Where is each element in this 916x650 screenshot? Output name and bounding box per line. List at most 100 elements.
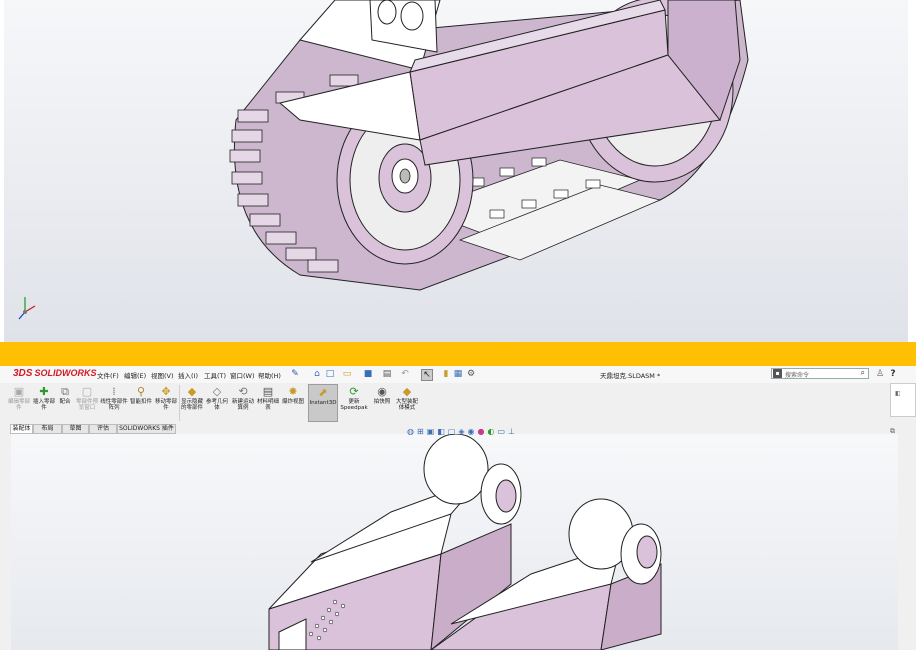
user-icon[interactable]: ♙ <box>875 369 885 379</box>
document-title: 天鼎坦克.SLDASM * <box>600 372 661 380</box>
yellow-divider-band <box>0 342 916 366</box>
exploded-view-button[interactable]: ✸ 爆炸视图 <box>282 384 304 424</box>
menu-tools[interactable]: 工具(T) <box>204 370 226 380</box>
options-icon[interactable]: ⚙ <box>466 369 476 379</box>
view-settings-icon[interactable]: ▭ <box>497 427 505 436</box>
search-placeholder: 搜索命令 <box>785 372 810 379</box>
tab-assembly[interactable]: 装配体 <box>10 424 33 434</box>
menu-help[interactable]: 帮助(H) <box>258 370 281 380</box>
menu-window[interactable]: 窗口(W) <box>230 370 255 380</box>
button-label: 线性零部件阵列 <box>100 399 128 411</box>
menu-bar: 3DS SOLIDWORKS 文件(F) 编辑(E) 视图(V) 插入(I) 工具… <box>0 366 916 384</box>
search-icon[interactable]: ⌕ <box>861 368 865 378</box>
show-hidden-icon: ◆ <box>187 385 197 398</box>
triad-icon <box>18 297 36 320</box>
hide-show-icon[interactable]: ◉ <box>468 427 475 436</box>
home-icon[interactable]: ⌂ <box>312 369 322 379</box>
button-label: 新建运动算例 <box>231 399 254 411</box>
reference-geometry-button[interactable]: ◇ 参考几何体 <box>206 384 228 424</box>
mate-button[interactable]: ⧉ 配合 <box>57 384 73 424</box>
update-speedpak-button[interactable]: ⟳ 更新Speedpak <box>340 384 368 424</box>
exploded-view-icon: ✸ <box>288 385 298 398</box>
move-component-icon: ✥ <box>161 385 171 398</box>
button-label: 零部件预览窗口 <box>76 399 99 411</box>
smart-fasteners-button[interactable]: ⚲ 智能扣件 <box>130 384 152 424</box>
menu-view[interactable]: 视图(V) <box>151 370 174 380</box>
help-button[interactable]: ? <box>888 369 898 379</box>
menu-insert[interactable]: 插入(I) <box>178 370 198 380</box>
scene-icon[interactable]: ◐ <box>488 427 495 436</box>
new-motion-study-button[interactable]: ⟲ 新建运动算例 <box>231 384 255 424</box>
take-snapshot-button[interactable]: ◉ 拍快照 <box>370 384 394 424</box>
insert-component-button[interactable]: ✚ 插入零部件 <box>33 384 55 424</box>
ground-icon[interactable]: ⊥ <box>508 427 515 436</box>
view-orientation-icon[interactable]: ▢ <box>448 427 456 436</box>
select-icon[interactable]: ↖ <box>421 369 433 381</box>
zoom-to-fit-icon[interactable]: ◍ <box>407 427 414 436</box>
component-preview-icon: ▢ <box>81 385 93 398</box>
task-pane-tab[interactable]: ◧ <box>890 383 916 417</box>
bottom-graphics-viewport[interactable] <box>11 434 898 650</box>
tab-evaluate[interactable]: 评估 <box>89 424 117 434</box>
button-label: 爆炸视图 <box>282 399 305 405</box>
insert-component-icon: ✚ <box>39 385 49 398</box>
linear-pattern-icon: ⁞ <box>112 385 116 398</box>
open-icon[interactable]: ▭ <box>342 369 352 379</box>
mate-icon: ⧉ <box>61 385 69 398</box>
button-label: 参考几何体 <box>206 399 229 411</box>
component-preview-button[interactable]: ▢ 零部件预览窗口 <box>76 384 98 424</box>
button-label: Instant3D <box>309 400 337 406</box>
button-label: 显示隐藏的零部件 <box>181 399 204 411</box>
display-style-icon[interactable]: ◈ <box>458 427 464 436</box>
button-label: 拍快照 <box>373 399 391 405</box>
tab-layout[interactable]: 布局 <box>33 424 62 434</box>
zoom-area-icon[interactable]: ⊞ <box>417 427 424 436</box>
show-hidden-components-button[interactable]: ◆ 显示隐藏的零部件 <box>181 384 203 424</box>
edit-component-button[interactable]: ▣ 编辑零部件 <box>8 384 30 424</box>
logo-text: SOLIDWORKS <box>34 368 97 378</box>
search-commands-field[interactable]: ▪ 搜索命令 ⌕ <box>771 368 869 379</box>
tracked-vehicle-model[interactable] <box>0 0 916 342</box>
pin-icon[interactable]: ✎ <box>290 369 300 379</box>
ds-logo-icon: 3DS <box>13 368 33 379</box>
button-label: 材料明细表 <box>257 399 280 411</box>
button-label: 配合 <box>59 399 71 405</box>
menu-edit[interactable]: 编辑(E) <box>124 370 146 380</box>
move-component-button[interactable]: ✥ 移动零部件 <box>155 384 177 424</box>
print-icon[interactable]: ▤ <box>382 369 392 379</box>
top-graphics-viewport[interactable] <box>0 0 916 342</box>
button-label: 移动零部件 <box>155 399 178 411</box>
task-pane-icon: ◧ <box>895 390 901 397</box>
speedpak-icon: ⟳ <box>349 385 359 398</box>
tab-sketch[interactable]: 草图 <box>62 424 89 434</box>
instant3d-button[interactable]: ⬈ Instant3D <box>308 384 338 422</box>
button-label: 大型装配体模式 <box>395 399 418 411</box>
search-scope-icon[interactable]: ▪ <box>773 369 782 378</box>
smart-fasteners-icon: ⚲ <box>136 385 146 398</box>
button-label: 智能扣件 <box>130 399 153 405</box>
undo-icon[interactable]: ↶ <box>400 369 410 379</box>
appearance-icon[interactable]: ● <box>478 427 485 436</box>
file-properties-icon[interactable]: ▦ <box>453 369 463 379</box>
section-view-icon[interactable]: ◧ <box>437 427 445 436</box>
button-label: 插入零部件 <box>33 399 56 411</box>
large-assembly-mode-button[interactable]: ◆ 大型装配体模式 <box>395 384 419 424</box>
new-icon[interactable]: □ <box>325 369 335 379</box>
solidworks-window: 3DS SOLIDWORKS 文件(F) 编辑(E) 视图(V) 插入(I) 工具… <box>0 366 916 650</box>
previous-view-icon[interactable]: ▣ <box>427 427 435 436</box>
separator <box>179 385 180 421</box>
bom-icon: ▤ <box>262 385 274 398</box>
linear-pattern-button[interactable]: ⁞ 线性零部件阵列 <box>100 384 128 424</box>
edit-component-icon: ▣ <box>13 385 25 398</box>
button-label: 更新Speedpak <box>340 399 368 411</box>
reference-geometry-icon: ◇ <box>212 385 222 398</box>
track-link-parts[interactable] <box>11 434 898 650</box>
tab-solidworks-addins[interactable]: SOLIDWORKS 插件 <box>117 424 176 434</box>
viewport-restore-icon[interactable]: ⧉ <box>890 427 895 436</box>
bill-of-materials-button[interactable]: ▤ 材料明细表 <box>257 384 279 424</box>
rebuild-icon[interactable]: ▮ <box>441 369 451 379</box>
large-assembly-icon: ◆ <box>402 385 412 398</box>
button-label: 编辑零部件 <box>8 399 31 411</box>
save-icon[interactable]: ■ <box>363 369 373 379</box>
menu-file[interactable]: 文件(F) <box>97 370 119 380</box>
